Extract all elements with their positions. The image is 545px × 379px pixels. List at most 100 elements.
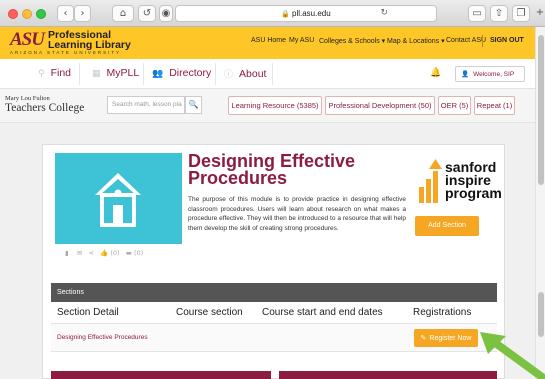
header-registrations: Registrations [413,307,472,318]
map-locations-link[interactable]: Map & Locations ▾ [387,37,445,45]
reader-icon: ▭ [472,8,482,19]
module-description: The purpose of this module is to provide… [188,196,406,232]
vertical-scrollbar[interactable] [535,27,545,379]
nav-directory-label: Directory [169,67,212,79]
page-viewport: ASU Professional Learning Library ARIZON… [0,27,535,379]
college-bar: Mary Lou Fulton Teachers College Search … [0,89,535,123]
info-icon: ⓘ [224,70,234,80]
tabs-icon: ❐ [516,8,526,19]
nav-mypll[interactable]: ▦ MyPLL [92,67,139,79]
home-icon: ⌂ [119,8,127,19]
search-input[interactable]: Search math, lesson pla [107,96,185,114]
welcome-text: Welcome, SIP [473,71,515,78]
back-button[interactable]: ‹ [57,5,74,22]
email-icon[interactable]: ✉ [77,249,82,257]
browser-titlebar: ‹ › ⌂ ↺ ◉ 🔒 pll.asu.edu ↻ ▭ ⇧ ❐ + [0,0,545,27]
nav-divider [215,63,216,85]
add-section-button[interactable]: Add Section [415,216,479,236]
asu-subtitle: ARIZONA STATE UNIVERSITY [10,50,122,55]
plus-icon: + [535,7,545,18]
site-title[interactable]: Professional Learning Library [48,30,131,51]
back-arrow-icon: ‹ [63,8,68,19]
address-bar[interactable]: 🔒 pll.asu.edu ↻ [175,5,437,22]
module-card: ▮ ✉ ⋖ 👍 (0) ▬ (0) Designing Effective Pr… [42,144,505,379]
sections-header-row: Section Detail Course section Course sta… [51,302,497,324]
header-course-dates: Course start and end dates [262,307,383,318]
sign-out-link[interactable]: SIGN OUT [490,37,524,44]
search-icon: 🔍 [188,100,199,109]
history-button[interactable]: ↺ [138,5,156,22]
filter-repeat[interactable]: Repeat (1) [474,96,515,115]
like-icon[interactable]: 👍 (0) [100,249,119,257]
nav-mypll-label: MyPLL [106,67,140,79]
search-icon: ⚲ [38,69,45,79]
logo-word-program: program [445,185,502,201]
url-text: pll.asu.edu [292,9,331,18]
share-button[interactable]: ⇧ [490,5,508,22]
browser-window: ‹ › ⌂ ↺ ◉ 🔒 pll.asu.edu ↻ ▭ ⇧ ❐ + ASU Pro… [0,0,545,379]
bell-icon[interactable]: 🔔 [430,68,441,78]
site-title-line2: Learning Library [48,39,131,51]
nav-about-label: About [239,68,267,80]
zoom-window-button[interactable] [36,9,46,19]
forward-arrow-icon: › [80,8,85,19]
related-card-strip [279,371,497,379]
bookmark-icon[interactable]: ▮ [65,249,69,257]
school-house-icon [95,173,141,227]
register-now-button[interactable]: ✎ Register Now [414,329,478,347]
header-divider [482,35,483,47]
share-icon[interactable]: ⋖ [89,249,94,257]
college-logo-line1: Mary Lou Fulton [5,95,50,102]
comment-icon[interactable]: ▬ (0) [126,249,143,257]
pencil-icon: ✎ [420,334,427,342]
module-actions: ▮ ✉ ⋖ 👍 (0) ▬ (0) [65,249,143,257]
asu-header: ASU Professional Learning Library ARIZON… [0,27,535,59]
green-arrow-annotation [480,332,545,379]
scrollbar-thumb[interactable] [538,35,544,185]
nav-find-label: Find [50,67,72,79]
nav-directory[interactable]: 👥 Directory [152,67,211,79]
search-button[interactable]: 🔍 [185,96,202,114]
people-icon: 👥 [152,69,164,79]
nav-find[interactable]: ⚲ Find [38,67,71,79]
shield-button[interactable]: ◉ [159,5,173,22]
logo-bars-icon [419,159,442,203]
college-logo-line2: Teachers College [5,102,85,114]
minimize-window-button[interactable] [22,9,32,19]
new-tab-button[interactable]: + [533,5,545,22]
module-title-line2: Procedures [188,168,288,188]
section-title-link[interactable]: Designing Effective Procedures [57,334,148,341]
asu-home-link[interactable]: ASU Home [251,37,286,44]
header-course-section: Course section [176,307,243,318]
register-now-label: Register Now [429,335,472,342]
user-menu-button[interactable]: 👤 Welcome, SIP [455,66,525,82]
reader-button[interactable]: ▭ [468,5,486,22]
filter-professional-development[interactable]: Professional Development (50) [325,96,435,115]
nav-divider [143,63,144,85]
tabs-button[interactable]: ❐ [512,5,530,22]
nav-divider [272,63,273,85]
header-section-detail: Section Detail [57,307,119,318]
asu-logo[interactable]: ASU [10,30,45,49]
close-window-button[interactable] [8,9,18,19]
nav-about[interactable]: ⓘ About [224,67,266,80]
my-asu-link[interactable]: My ASU [289,37,314,44]
reload-icon[interactable]: ↻ [380,6,388,21]
colleges-schools-link[interactable]: Colleges & Schools ▾ [319,37,385,45]
filter-learning-resource[interactable]: Learning Resource (5385) [228,96,322,115]
sections-bar: Sections [51,283,497,302]
nav-divider [79,63,80,85]
share-icon: ⇧ [494,8,504,19]
module-image [55,153,182,244]
forward-button[interactable]: › [74,5,91,22]
history-icon: ↺ [142,8,152,19]
sanford-inspire-logo: sanford inspire program [415,159,502,204]
contact-asu-link[interactable]: Contact ASU [446,37,486,44]
shield-icon: ◉ [161,8,171,19]
main-content: ▮ ✉ ⋖ 👍 (0) ▬ (0) Designing Effective Pr… [0,123,535,379]
filter-oer[interactable]: OER (5) [438,96,471,115]
module-title: Designing Effective Procedures [188,152,418,188]
home-button[interactable]: ⌂ [112,5,134,22]
user-icon: 👤 [461,70,470,78]
main-nav: ⚲ Find ▦ MyPLL 👥 Directory ⓘ About 🔔 👤 Welcom… [0,59,535,89]
